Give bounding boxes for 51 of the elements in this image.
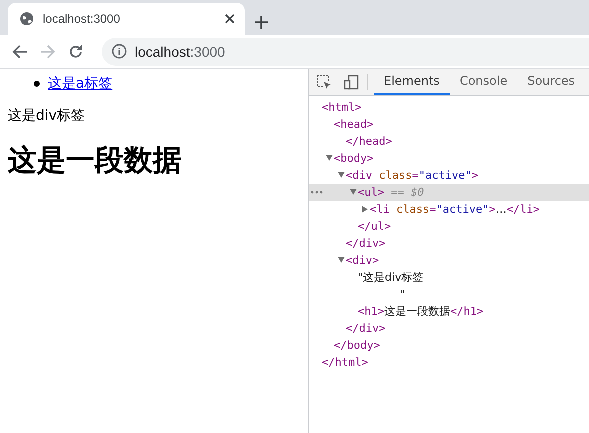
devtools-tab[interactable]: Sources — [518, 69, 586, 95]
url-host: localhost — [135, 44, 190, 60]
inspect-cursor-icon[interactable] — [317, 74, 332, 90]
node-markup: <html> — [322, 100, 362, 116]
node-markup: </head> — [346, 134, 392, 150]
node-row[interactable]: <html> — [309, 99, 589, 116]
new-tab-icon[interactable] — [255, 16, 268, 29]
tab-title: localhost:3000 — [43, 12, 122, 26]
address-bar[interactable]: localhost:3000 — [102, 38, 589, 66]
expanded-triangle-icon[interactable] — [326, 155, 332, 162]
collapsed-triangle-icon[interactable] — [362, 206, 368, 213]
node-row[interactable]: <h1>这是一段数据</h1> — [309, 303, 589, 320]
back-arrow-icon[interactable] — [12, 44, 28, 60]
node-markup: <div class="active"> — [346, 168, 478, 184]
link[interactable]: 这是a标签 — [48, 75, 113, 93]
div-text: 这是div标签 — [8, 107, 86, 125]
node-markup: <body> — [334, 151, 374, 167]
node-row[interactable]: </head> — [309, 133, 589, 150]
devtools-tab[interactable]: Elements — [374, 69, 450, 95]
node-row[interactable]: "这是div标签 " — [309, 269, 589, 303]
closing-tag: </ul> — [358, 218, 392, 235]
node-row[interactable]: <body> — [309, 150, 589, 167]
node-row[interactable]: <div> — [309, 252, 589, 269]
list-bullet — [34, 81, 40, 87]
close-icon[interactable] — [225, 14, 235, 24]
node-markup: "这是div标签 " — [358, 270, 424, 303]
reload-icon[interactable] — [68, 44, 84, 60]
closing-tag: </div> — [346, 320, 386, 337]
browser-tab[interactable]: localhost:3000 — [8, 3, 245, 35]
node-markup: <ul> == $0 — [358, 185, 424, 201]
page-heading: 这是一段数据 — [8, 142, 183, 179]
node-markup: <div> — [346, 253, 380, 269]
node-markup: <h1>这是一段数据</h1> — [358, 304, 484, 320]
node-row[interactable]: <head> — [309, 116, 589, 133]
node-markup: <head> — [334, 117, 374, 133]
closing-tag: </body> — [334, 337, 380, 354]
node-row[interactable]: <li class="active">…</li> — [309, 201, 589, 218]
expanded-triangle-icon[interactable] — [338, 172, 344, 179]
more-dots-icon[interactable] — [311, 191, 323, 194]
node-row[interactable]: <div class="active"> — [309, 167, 589, 184]
expanded-triangle-icon[interactable] — [338, 257, 344, 264]
globe-icon — [20, 12, 34, 26]
selected-node-row[interactable]: <ul> == $0 — [309, 184, 589, 201]
node-markup: <li class="active">…</li> — [370, 202, 540, 218]
expanded-triangle-icon[interactable] — [350, 189, 356, 196]
url-port: :3000 — [190, 44, 226, 60]
device-toggle-icon[interactable] — [344, 74, 359, 90]
closing-tag: </html> — [322, 354, 368, 371]
closing-tag: </div> — [346, 235, 386, 252]
info-icon[interactable] — [112, 44, 127, 59]
devtools-tab[interactable]: Console — [450, 69, 518, 95]
